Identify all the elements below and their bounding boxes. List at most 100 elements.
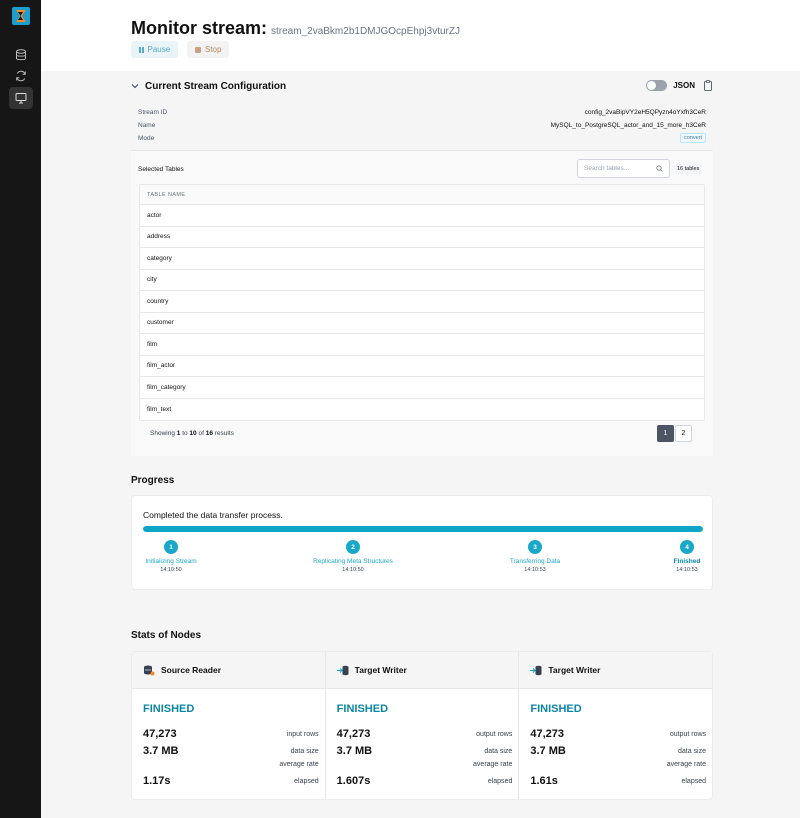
search-placeholder: Search tables...: [584, 165, 630, 172]
node-target-writer-1: Target Writer FINISHED 47,273 output row…: [325, 652, 520, 799]
selected-tables-label: Selected Tables: [138, 166, 184, 173]
table-count-badge: 16 tables: [674, 164, 703, 174]
json-label: JSON: [673, 81, 695, 90]
node-status: FINISHED: [530, 703, 582, 715]
table-row[interactable]: category: [140, 248, 704, 270]
target-writer-icon: [530, 665, 542, 675]
config-section-header[interactable]: Current Stream Configuration JSON: [131, 79, 713, 93]
node-rate-label: average rate: [666, 761, 707, 768]
search-tables-input[interactable]: Search tables...: [577, 159, 670, 178]
app-logo-icon[interactable]: [12, 7, 30, 25]
node-elapsed: 1.17s: [143, 775, 171, 787]
node-name: Target Writer: [548, 665, 601, 675]
page-header: Monitor stream: stream_2vaBkm2b1DMJGOcpE…: [41, 0, 800, 71]
node-rows: 47,273: [143, 728, 177, 740]
pause-label: Pause: [147, 45, 171, 54]
table-row[interactable]: film_text: [140, 399, 704, 421]
table-row[interactable]: city: [140, 270, 704, 291]
pager-total: 16: [205, 430, 213, 437]
node-rows-label: input rows: [286, 731, 319, 738]
node-elapsed-label: elapsed: [294, 778, 319, 785]
database-icon[interactable]: [13, 47, 29, 63]
meta-row-name: Name MySQL_to_PostgreSQL_actor_and_15_mo…: [138, 119, 706, 131]
progress-bar-fill: [143, 526, 703, 532]
table-row[interactable]: address: [140, 227, 704, 248]
node-size-label: data size: [290, 748, 319, 755]
pause-icon: [139, 46, 144, 53]
node-status: FINISHED: [143, 703, 195, 715]
chevron-down-icon[interactable]: [131, 82, 139, 90]
progress-message: Completed the data transfer process.: [143, 510, 283, 520]
node-status: FINISHED: [336, 703, 389, 715]
progress-step-2: 2 Replicating Meta Structures 14:10:50: [293, 540, 413, 573]
node-elapsed: 1.61s: [530, 775, 558, 787]
page-title: Monitor stream:: [131, 18, 268, 38]
table-row[interactable]: customer: [140, 313, 704, 334]
step-label: Finished: [673, 558, 701, 565]
node-size: 3.7 MB: [530, 745, 566, 757]
node-rate-label: average rate: [473, 761, 513, 768]
node-rows-label: output rows: [669, 731, 707, 738]
page-1-button[interactable]: 1: [657, 425, 674, 442]
step-label: Transferring Data: [509, 558, 561, 565]
meta-key: Name: [138, 121, 156, 129]
target-writer-icon: [336, 665, 349, 675]
stats-title: Stats of Nodes: [131, 630, 202, 641]
table-row[interactable]: film_actor: [140, 356, 704, 377]
progress-bar: [143, 526, 703, 532]
table-row[interactable]: film_category: [140, 377, 704, 399]
progress-step-3: 3 Transferring Data 14:10:53: [475, 540, 595, 573]
step-number: 2: [346, 540, 360, 554]
step-time: 14:10:50: [342, 567, 364, 573]
stop-icon: [195, 46, 201, 53]
node-size-label: data size: [484, 748, 513, 755]
node-size: 3.7 MB: [143, 745, 179, 757]
meta-row-stream-id: Stream ID config_2vaBipVY2eH5QPyzn4oYxfh…: [138, 106, 706, 118]
tables-table: TABLE NAME actor address category city c…: [139, 184, 705, 421]
node-elapsed: 1.607s: [336, 775, 371, 787]
step-number: 3: [528, 540, 542, 554]
table-header-name[interactable]: TABLE NAME: [140, 185, 704, 205]
clipboard-icon[interactable]: [704, 80, 712, 91]
pause-button[interactable]: Pause: [131, 41, 179, 58]
table-row[interactable]: actor: [140, 205, 704, 227]
node-header: Target Writer: [519, 652, 713, 689]
stream-id: stream_2vaBkm2b1DMJGOcpEhpj3vturZJ: [271, 26, 460, 37]
node-rate-label: average rate: [279, 761, 319, 768]
config-section-title: Current Stream Configuration: [145, 80, 287, 92]
stats-card: Source Reader FINISHED 47,273 input rows…: [131, 651, 713, 800]
stop-label: Stop: [205, 45, 222, 54]
step-time: 14:10:53: [676, 567, 698, 573]
node-target-writer-2: Target Writer FINISHED 47,273 output row…: [519, 652, 713, 799]
sync-icon[interactable]: [13, 68, 29, 84]
mode-badge: convert: [679, 133, 706, 143]
meta-key: Stream ID: [138, 108, 168, 116]
meta-value: MySQL_to_PostgreSQL_actor_and_15_more_h3…: [550, 121, 706, 129]
meta-value: config_2vaBipVY2eH5QPyzn4oYxfh3CeR: [584, 108, 706, 116]
stop-button[interactable]: Stop: [187, 41, 230, 58]
node-name: Source Reader: [161, 665, 221, 675]
node-header: Target Writer: [325, 652, 519, 689]
step-label: Replicating Meta Structures: [313, 558, 393, 565]
table-row[interactable]: country: [140, 291, 704, 313]
node-size-label: data size: [677, 748, 707, 755]
table-row[interactable]: film: [140, 334, 704, 356]
page-2-button[interactable]: 2: [675, 425, 692, 442]
node-header: Source Reader: [132, 652, 325, 689]
step-number: 1: [164, 540, 178, 554]
monitor-icon[interactable]: [9, 87, 33, 109]
json-toggle[interactable]: [646, 80, 667, 91]
node-size: 3.7 MB: [336, 745, 373, 757]
step-number: 4: [680, 540, 694, 554]
progress-title: Progress: [131, 475, 175, 486]
pager-from: 1: [176, 430, 181, 437]
node-source-reader: Source Reader FINISHED 47,273 input rows…: [132, 652, 326, 799]
step-label: Initializing Stream: [145, 558, 197, 565]
step-time: 14:10:53: [524, 567, 546, 573]
node-elapsed-label: elapsed: [487, 778, 513, 785]
progress-step-4: 4 Finished 14:10:53: [627, 540, 747, 573]
pagination-summary: Showing 1 to 10 of 16 results: [150, 430, 234, 437]
pager-to: 10: [189, 430, 197, 437]
pager-suffix: results: [214, 430, 234, 437]
progress-card: Completed the data transfer process. 1 I…: [131, 495, 713, 590]
